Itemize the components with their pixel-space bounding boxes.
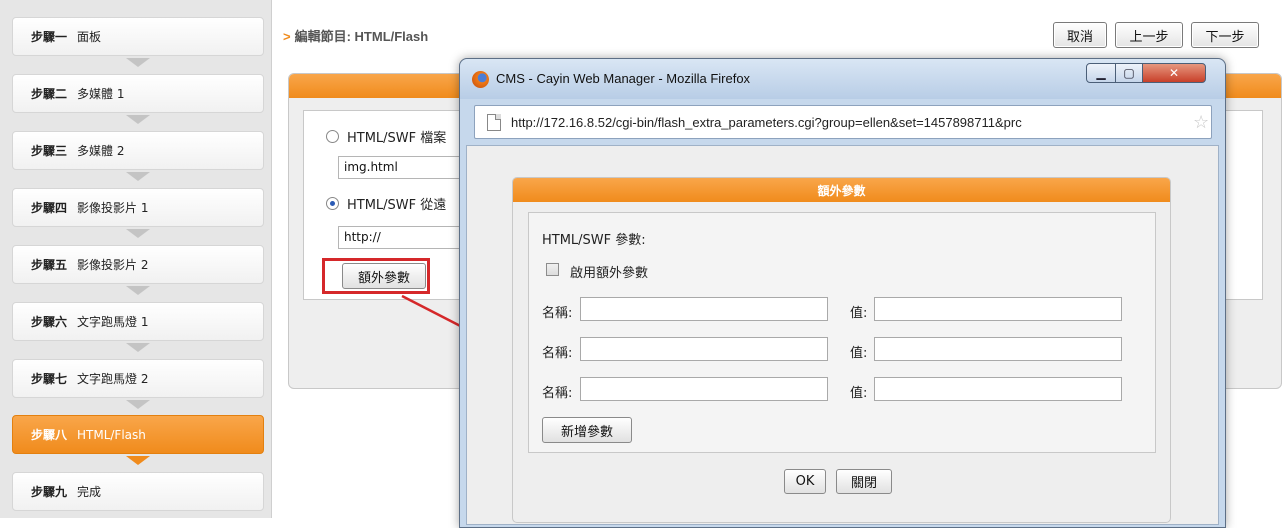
dialog-body: HTML/SWF 參數: 啟用額外參數 名稱: 值: 名稱: 值: 名稱: 值: bbox=[528, 212, 1156, 453]
param-value-input[interactable] bbox=[874, 297, 1122, 321]
address-url[interactable]: http://172.16.8.52/cgi-bin/flash_extra_p… bbox=[511, 115, 1191, 130]
popup-content: 額外參數 HTML/SWF 參數: 啟用額外參數 名稱: 值: 名稱: 值: 名… bbox=[466, 145, 1219, 525]
enable-params-checkbox[interactable] bbox=[546, 263, 559, 276]
name-label: 名稱: bbox=[542, 306, 573, 321]
firefox-popup-window: CMS - Cayin Web Manager - Mozilla Firefo… bbox=[459, 58, 1226, 528]
page-icon bbox=[487, 113, 501, 131]
bookmark-star-icon[interactable]: ☆ bbox=[1193, 112, 1209, 133]
address-bar[interactable]: http://172.16.8.52/cgi-bin/flash_extra_p… bbox=[474, 105, 1212, 139]
enable-params-label: 啟用額外參數 bbox=[570, 266, 649, 281]
value-label: 值: bbox=[850, 306, 868, 321]
ok-button[interactable]: OK bbox=[784, 469, 826, 494]
firefox-icon bbox=[472, 71, 489, 88]
param-name-input[interactable] bbox=[580, 297, 828, 321]
name-label: 名稱: bbox=[542, 386, 573, 401]
close-dialog-button[interactable]: 關閉 bbox=[836, 469, 892, 494]
param-name-input[interactable] bbox=[580, 377, 828, 401]
window-title: CMS - Cayin Web Manager - Mozilla Firefo… bbox=[496, 71, 751, 86]
minimize-button[interactable]: ▁ bbox=[1086, 63, 1116, 83]
param-name-input[interactable] bbox=[580, 337, 828, 361]
value-label: 值: bbox=[850, 346, 868, 361]
param-value-input[interactable] bbox=[874, 337, 1122, 361]
param-value-input[interactable] bbox=[874, 377, 1122, 401]
add-param-button[interactable]: 新增參數 bbox=[542, 417, 632, 443]
close-window-button[interactable]: ✕ bbox=[1142, 63, 1206, 83]
value-label: 值: bbox=[850, 386, 868, 401]
maximize-button[interactable]: ▢ bbox=[1115, 63, 1143, 83]
window-titlebar[interactable]: CMS - Cayin Web Manager - Mozilla Firefo… bbox=[460, 59, 1225, 99]
params-heading: HTML/SWF 參數: bbox=[542, 233, 646, 248]
name-label: 名稱: bbox=[542, 346, 573, 361]
extra-params-dialog: 額外參數 HTML/SWF 參數: 啟用額外參數 名稱: 值: 名稱: 值: 名… bbox=[512, 177, 1171, 523]
dialog-title: 額外參數 bbox=[513, 178, 1170, 202]
